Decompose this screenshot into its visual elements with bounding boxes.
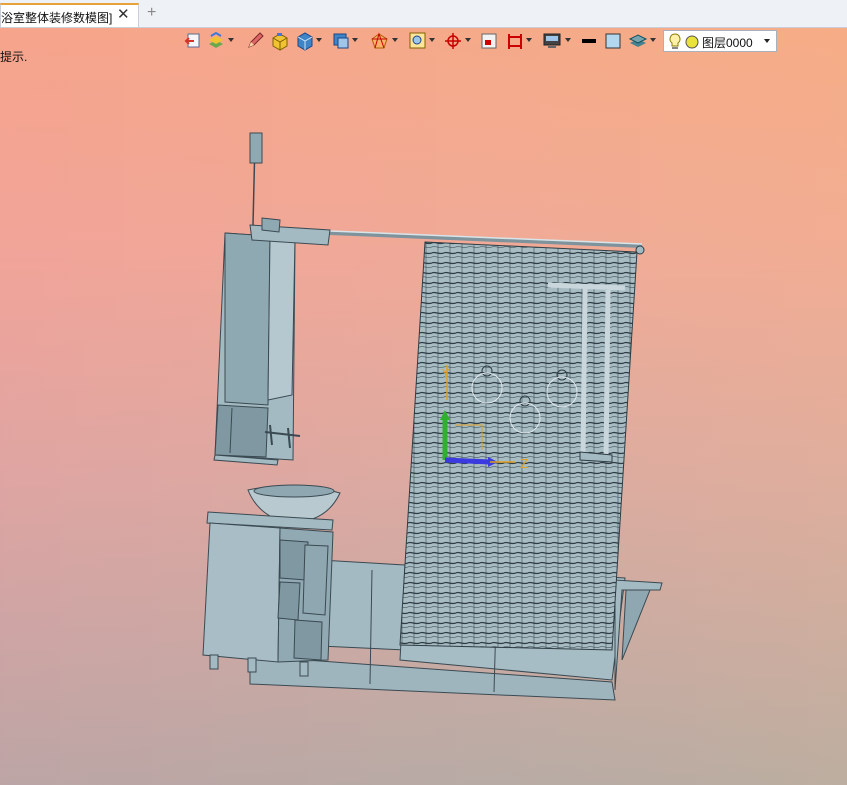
bathroom-model[interactable]: Y Z	[0, 0, 847, 785]
vanity-cabinet	[202, 484, 341, 677]
z-axis-label: Z	[520, 457, 528, 471]
wall-cabinet	[213, 132, 331, 466]
y-axis-label: Y	[441, 367, 450, 381]
